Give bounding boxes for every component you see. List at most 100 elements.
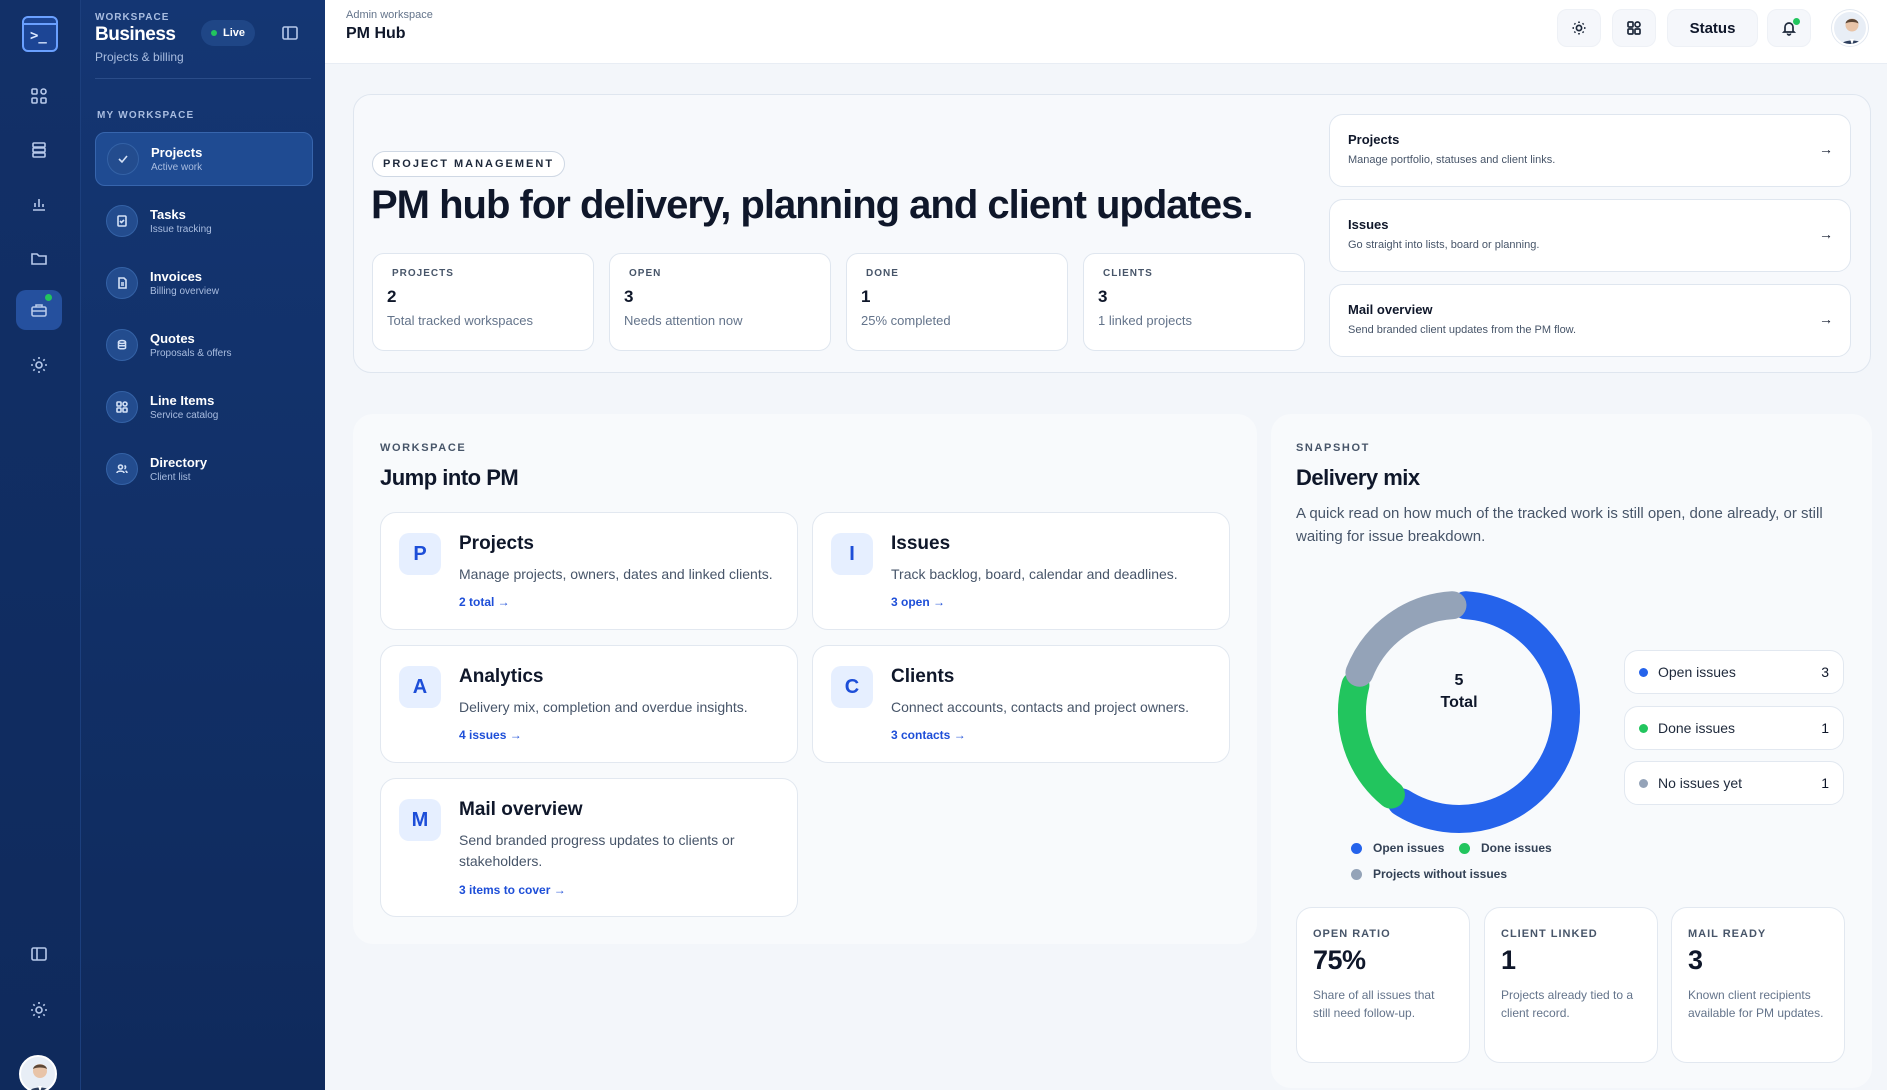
jump-card-clients[interactable]: C Clients Connect accounts, contacts and… — [812, 645, 1230, 763]
sidebar-item-projects[interactable]: Projects Active work — [95, 132, 313, 186]
sidebar-item-sub: Billing overview — [150, 286, 219, 297]
quick-link-description: Send branded client updates from the PM … — [1348, 324, 1577, 336]
breadcrumb[interactable]: Admin workspace — [346, 9, 433, 21]
briefcase-icon[interactable] — [16, 290, 62, 330]
metric-label: CLIENT LINKED — [1501, 928, 1598, 940]
grid-icon — [106, 391, 138, 423]
stat-label: DONE — [866, 268, 899, 279]
sidebar-item-line-items[interactable]: Line Items Service catalog — [95, 380, 313, 434]
card-description: Send branded progress updates to clients… — [459, 832, 735, 869]
notification-dot — [1793, 18, 1800, 25]
metric-client-linked: CLIENT LINKED 1 Projects already tied to… — [1484, 907, 1658, 1063]
legend-item-done: Done issues — [1459, 841, 1552, 855]
workspace-eyebrow: WORKSPACE — [380, 442, 467, 454]
stat-note: 1 linked projects — [1098, 313, 1192, 328]
status-button[interactable]: Status — [1667, 9, 1758, 47]
sun-icon — [1572, 21, 1586, 35]
legend-item-open: Open issues — [1351, 841, 1444, 855]
card-description: Manage projects, owners, dates and linke… — [459, 566, 773, 582]
card-letter-badge: M — [399, 799, 441, 841]
page-title: PM Hub — [346, 25, 406, 42]
quick-link-title: Projects — [1348, 132, 1400, 147]
terminal-logo-icon[interactable]: >_ — [22, 16, 58, 52]
sidebar-item-label: Directory — [150, 455, 208, 470]
count-open-issues: Open issues 3 — [1624, 650, 1844, 694]
notifications-button[interactable] — [1767, 9, 1811, 47]
theme-toggle-button[interactable] — [1557, 9, 1601, 47]
legend-dot — [1351, 868, 1362, 880]
sidebar-item-invoices[interactable]: Invoices Billing overview — [95, 256, 313, 310]
settings-icon[interactable] — [16, 990, 62, 1030]
quick-link-projects[interactable]: Projects Manage portfolio, statuses and … — [1329, 114, 1851, 187]
hero-panel: PROJECT MANAGEMENT PM hub for delivery, … — [353, 94, 1871, 373]
jump-card-projects[interactable]: P Projects Manage projects, owners, date… — [380, 512, 798, 630]
card-description: Delivery mix, completion and overdue ins… — [459, 699, 748, 715]
chart-icon[interactable] — [16, 184, 62, 224]
dashboard-icon[interactable] — [16, 76, 62, 116]
card-link[interactable]: 3 contacts → — [891, 728, 966, 742]
quick-link-mail-overview[interactable]: Mail overview Send branded client update… — [1329, 284, 1851, 357]
metric-value: 3 — [1688, 945, 1703, 975]
database-icon[interactable] — [16, 130, 62, 170]
workspace-subtitle: Projects & billing — [95, 50, 184, 64]
card-link[interactable]: 4 issues → — [459, 728, 522, 742]
stat-value: 3 — [624, 287, 634, 306]
card-title: Mail overview — [459, 799, 583, 820]
legend-dot — [1459, 842, 1470, 854]
workspace-name[interactable]: Business — [95, 24, 176, 46]
arrow-right-icon: → — [1819, 226, 1833, 242]
card-link[interactable]: 2 total → — [459, 595, 510, 609]
sidebar-item-sub: Client list — [150, 472, 191, 483]
user-avatar[interactable] — [19, 1055, 57, 1090]
card-link[interactable]: 3 items to cover → — [459, 883, 566, 897]
sidebar-item-label: Tasks — [150, 207, 186, 222]
sidebar-item-sub: Issue tracking — [150, 224, 212, 235]
count-value: 1 — [1821, 720, 1829, 736]
live-badge: Live — [201, 20, 256, 46]
sidebar-item-sub: Active work — [151, 162, 203, 173]
sidebar-item-quotes[interactable]: Quotes Proposals & offers — [95, 318, 313, 372]
snapshot-panel: SNAPSHOT Delivery mix A quick read on ho… — [1271, 414, 1872, 1088]
stat-card-open: OPEN 3 Needs attention now — [609, 253, 831, 351]
icon-rail: >_ — [0, 0, 80, 1090]
quick-link-issues[interactable]: Issues Go straight into lists, board or … — [1329, 199, 1851, 272]
quick-link-title: Issues — [1348, 217, 1389, 232]
card-description: Track backlog, board, calendar and deadl… — [891, 566, 1178, 582]
donut-total-label: Total — [1440, 694, 1478, 711]
panel-icon[interactable] — [16, 934, 62, 974]
apps-button[interactable] — [1612, 9, 1656, 47]
jump-card-mail-overview[interactable]: M Mail overview Send branded progress up… — [380, 778, 798, 917]
stat-note: 25% completed — [861, 313, 951, 328]
snapshot-title: Delivery mix — [1296, 465, 1420, 490]
legend-label: Open issues — [1373, 841, 1445, 855]
user-avatar[interactable] — [1832, 10, 1868, 46]
workspace-title: Jump into PM — [380, 465, 519, 490]
jump-card-issues[interactable]: I Issues Track backlog, board, calendar … — [812, 512, 1230, 630]
legend-item-no-issues: Projects without issues — [1351, 867, 1507, 881]
check-icon — [107, 143, 139, 175]
hero-title: PM hub for delivery, planning and client… — [371, 183, 1253, 227]
sidebar-item-directory[interactable]: Directory Client list — [95, 442, 313, 496]
card-link[interactable]: 3 open → — [891, 595, 945, 609]
metric-label: MAIL READY — [1688, 928, 1767, 940]
clipboard-icon — [106, 205, 138, 237]
sidebar-item-tasks[interactable]: Tasks Issue tracking — [95, 194, 313, 248]
document-icon — [106, 267, 138, 299]
count-value: 1 — [1821, 775, 1829, 791]
metric-value: 75% — [1313, 945, 1366, 975]
jump-card-analytics[interactable]: A Analytics Delivery mix, completion and… — [380, 645, 798, 763]
metric-open-ratio: OPEN RATIO 75% Share of all issues that … — [1296, 907, 1470, 1063]
stat-note: Total tracked workspaces — [387, 313, 533, 328]
status-dot — [1639, 667, 1648, 677]
folder-icon[interactable] — [16, 238, 62, 278]
sidebar-item-sub: Proposals & offers — [150, 348, 232, 359]
sidebar-item-label: Invoices — [150, 269, 203, 284]
card-title: Analytics — [459, 666, 544, 687]
stat-note: Needs attention now — [624, 313, 743, 328]
card-description: Connect accounts, contacts and project o… — [891, 699, 1190, 715]
sun-icon[interactable] — [16, 345, 62, 385]
sidebar-item-label: Projects — [151, 145, 203, 160]
card-title: Clients — [891, 666, 955, 687]
sidebar-collapse-icon[interactable] — [281, 24, 299, 42]
count-label: Done issues — [1658, 720, 1736, 736]
